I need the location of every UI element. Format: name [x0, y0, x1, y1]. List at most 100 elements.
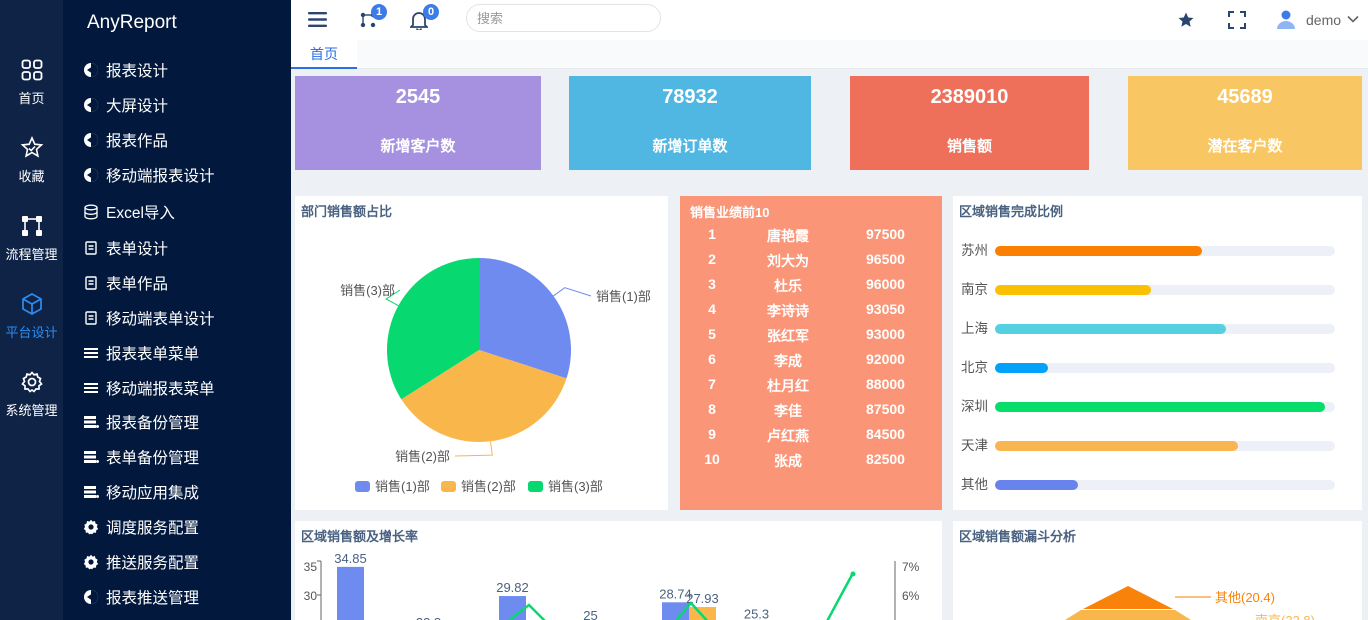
pie-leader-line: [553, 287, 592, 297]
funnel-panel: 区域销售额漏斗分析 其他(20.4)南京(22.8): [953, 521, 1362, 620]
kpi-value: 45689: [1217, 86, 1273, 108]
rail-item-home[interactable]: 首页: [0, 58, 63, 107]
rail-item-favorites[interactable]: 收藏: [0, 136, 63, 185]
legend-label[interactable]: 销售(2)部: [461, 479, 516, 494]
list-icon: [83, 345, 99, 361]
rank-value: 88000: [866, 376, 905, 392]
menu-item[interactable]: Excel导入: [83, 200, 175, 224]
menu-item-label: 调度服务配置: [106, 520, 200, 537]
panel-title: 区域销售完成比例: [959, 204, 1064, 219]
region-growth-panel: 区域销售额及增长率 3530257%6%5%34.8523.829.822528…: [295, 521, 942, 620]
rank-rank: 1: [708, 226, 716, 242]
menu-item-label: 报表表单菜单: [106, 346, 200, 363]
rail-item-system[interactable]: 系统管理: [0, 370, 63, 419]
bar-track: [995, 285, 1335, 295]
document-icon: [83, 275, 99, 291]
menu-item-label: 推送服务配置: [106, 555, 200, 572]
chevron-down-icon[interactable]: [1347, 15, 1359, 24]
rail-item-platform-design[interactable]: 平台设计: [0, 292, 63, 341]
legend-swatch[interactable]: [441, 481, 456, 492]
menu-item[interactable]: 报表表单菜单: [83, 341, 199, 365]
legend-swatch[interactable]: [355, 481, 370, 492]
menu-item-label: 表单设计: [106, 241, 169, 258]
menu-item[interactable]: 表单备份管理: [83, 445, 199, 469]
menu-item[interactable]: 报表设计: [83, 58, 168, 82]
menu-item[interactable]: 大屏设计: [83, 93, 168, 117]
menu-item[interactable]: 移动端报表菜单: [83, 376, 215, 400]
bar-category-label: 深圳: [961, 399, 988, 414]
menu-item[interactable]: 推送服务配置: [83, 550, 199, 574]
tab-home[interactable]: 首页: [291, 40, 357, 69]
user-name[interactable]: demo: [1306, 12, 1341, 28]
bar-fill: [995, 480, 1079, 490]
bar-fill: [995, 285, 1152, 295]
app-title: AnyReport: [87, 12, 177, 33]
pie-leader-line: [454, 441, 493, 457]
funnel-segment[interactable]: [1083, 586, 1173, 609]
menu-item-label: 大屏设计: [106, 98, 169, 115]
hamburger-icon[interactable]: [308, 11, 327, 28]
rank-rank: 5: [708, 326, 716, 342]
rank-name: 卢红燕: [767, 428, 809, 444]
menu-item[interactable]: 报表推送管理: [83, 585, 199, 609]
rank-value: 97500: [866, 226, 905, 242]
rank-value: 96000: [866, 276, 905, 292]
growth-bar[interactable]: [337, 566, 364, 620]
menu-item[interactable]: 报表作品: [83, 128, 168, 152]
star-icon[interactable]: [1177, 11, 1195, 29]
rank-name: 刘大为: [767, 253, 809, 269]
rank-rank: 6: [708, 351, 716, 367]
user-avatar-icon[interactable]: [1276, 9, 1296, 29]
rank-rank: 4: [708, 301, 716, 317]
rank-name: 李佳: [774, 403, 802, 419]
rank-value: 96500: [866, 251, 905, 267]
kpi-value: 78932: [662, 86, 718, 108]
flow-icon: [21, 216, 42, 236]
gear-icon: [20, 371, 43, 393]
menu-item[interactable]: 移动端报表设计: [83, 163, 215, 187]
y-tick-label-right: 6%: [902, 589, 920, 603]
table-row: 3 杜乐 96000: [680, 276, 942, 296]
half-circle-icon: [83, 62, 99, 78]
bar-fill: [995, 324, 1227, 334]
search-input[interactable]: [466, 4, 661, 32]
funnel-segment[interactable]: [1065, 610, 1191, 620]
pie-slice-label: 销售(1)部: [596, 289, 651, 304]
half-circle-icon: [83, 97, 99, 113]
bar-track: [995, 441, 1335, 451]
table-row: 5 张红军 93000: [680, 326, 942, 346]
rail-item-label: 系统管理: [5, 403, 58, 418]
pie-chart: 销售(1)部销售(2)部销售(3)部销售(1)部 销售(2)部 销售(3)部: [340, 258, 651, 494]
rank-rank: 7: [708, 376, 716, 392]
menu-item[interactable]: 调度服务配置: [83, 515, 199, 539]
pie-slice-label: 销售(2)部: [395, 449, 450, 464]
bar-fill: [995, 402, 1325, 412]
legend-label[interactable]: 销售(3)部: [548, 479, 603, 494]
funnel-label: 南京(22.8): [1255, 613, 1315, 620]
bar-data-label: 25.3: [744, 606, 769, 620]
growth-chart: 3530257%6%5%34.8523.829.822528.7427.9325…: [304, 551, 920, 620]
kpi-card-new-orders: 78932 新增订单数: [569, 76, 811, 170]
top-bar: 1 0 demo: [291, 0, 1368, 40]
menu-item[interactable]: 移动应用集成: [83, 480, 199, 504]
menu-item[interactable]: 表单设计: [83, 236, 168, 260]
fullscreen-icon[interactable]: [1228, 11, 1246, 29]
growth-bar[interactable]: [689, 607, 716, 620]
server-icon: [83, 449, 99, 465]
funnel-chart: 其他(20.4) 南京(22.8): [1065, 586, 1315, 620]
menu-item-label: 表单作品: [106, 276, 169, 293]
kpi-label: 新增客户数: [380, 138, 456, 155]
legend-swatch[interactable]: [528, 481, 543, 492]
menu-item[interactable]: 表单作品: [83, 271, 168, 295]
table-row: 4 李诗诗 93050: [680, 301, 942, 321]
table-row: 9 卢红燕 84500: [680, 426, 942, 446]
rank-value: 87500: [866, 401, 905, 417]
kpi-label: 潜在客户数: [1207, 138, 1283, 155]
star-badge-icon: [20, 136, 43, 158]
rank-name: 张红军: [767, 328, 809, 344]
rail-item-flow[interactable]: 流程管理: [0, 214, 63, 263]
funnel-label: 其他(20.4): [1215, 590, 1275, 605]
menu-item[interactable]: 报表备份管理: [83, 410, 199, 434]
legend-label[interactable]: 销售(1)部: [375, 479, 430, 494]
menu-item[interactable]: 移动端表单设计: [83, 306, 215, 330]
